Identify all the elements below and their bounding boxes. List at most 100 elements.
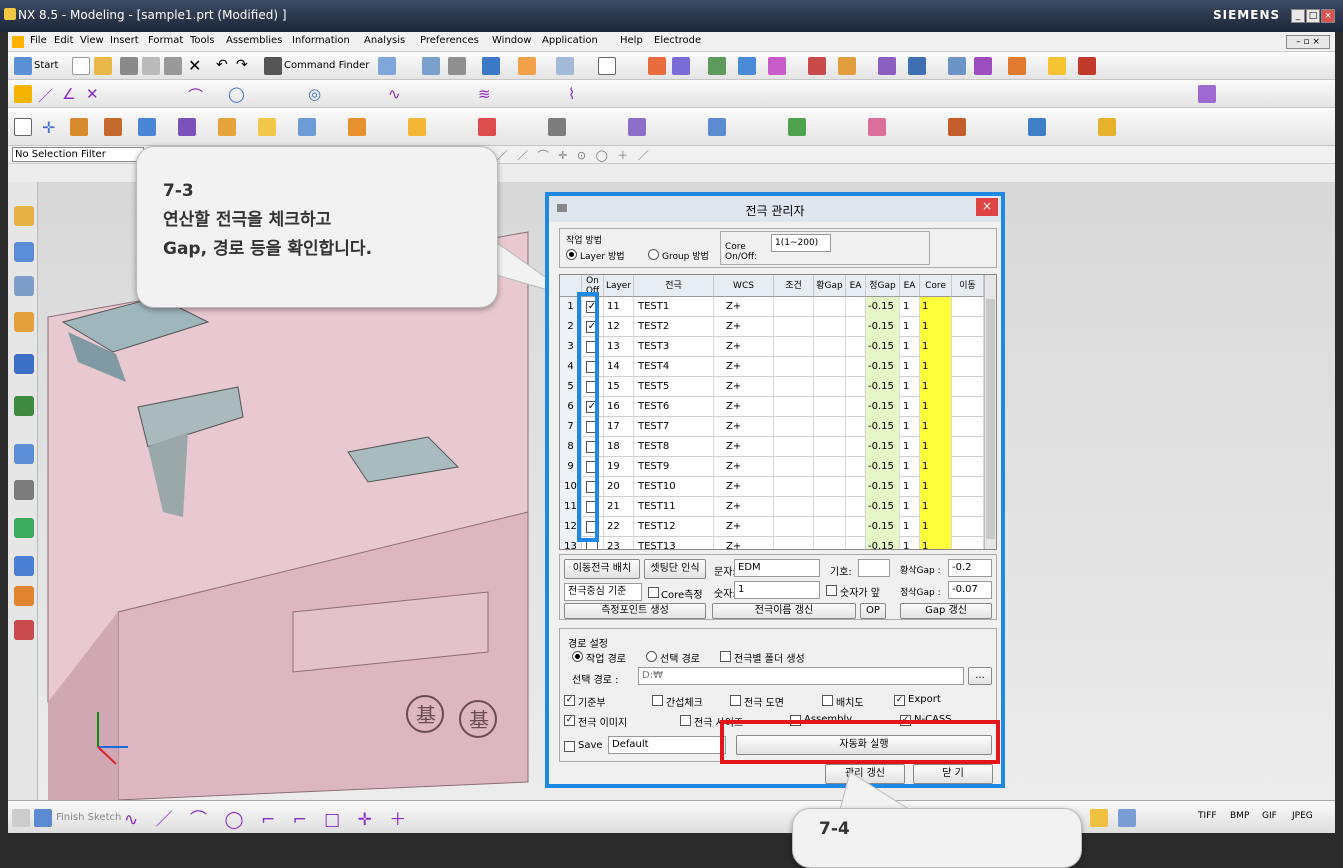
- menu-help[interactable]: Help: [620, 35, 643, 46]
- electrode-e-icon[interactable]: [1078, 57, 1096, 75]
- assembly-navigator-icon[interactable]: [14, 206, 34, 226]
- shell-icon[interactable]: [298, 118, 316, 136]
- table-row[interactable]: 6 ✓ 16 TEST6 Z+ -0.15 1 1: [560, 397, 984, 417]
- orient-icon[interactable]: [556, 57, 574, 75]
- table-row[interactable]: 13 23 TEST13 Z+ -0.15 1 1: [560, 537, 984, 549]
- table-row[interactable]: 10 20 TEST10 Z+ -0.15 1 1: [560, 477, 984, 497]
- revolve-icon[interactable]: [104, 118, 122, 136]
- circle-icon[interactable]: [908, 57, 926, 75]
- rough-gap-input[interactable]: -0.2: [948, 559, 992, 577]
- path-input[interactable]: D:₩: [638, 667, 964, 685]
- measure-point-button[interactable]: 측정포인트 생성: [564, 603, 706, 619]
- electrode-export-icon[interactable]: [1098, 118, 1116, 136]
- minimize-icon[interactable]: _: [1291, 9, 1305, 23]
- core-measure-checkbox[interactable]: [648, 587, 659, 598]
- menu-preferences[interactable]: Preferences: [420, 35, 479, 46]
- open-folder-icon[interactable]: [94, 57, 112, 75]
- analysis-icon[interactable]: [648, 57, 666, 75]
- table-scrollbar[interactable]: [984, 275, 996, 549]
- menu-format[interactable]: Format: [148, 35, 183, 46]
- line-icon[interactable]: ／: [38, 85, 56, 105]
- finish-sketch-button[interactable]: Finish Sketch: [56, 812, 121, 823]
- offset-curve-icon[interactable]: ≋: [478, 85, 496, 103]
- menu-electrode[interactable]: Electrode: [654, 35, 701, 46]
- fit-icon[interactable]: [422, 57, 440, 75]
- new-file-icon[interactable]: [72, 57, 90, 75]
- save-name-input[interactable]: Default: [608, 736, 726, 754]
- snap-icon[interactable]: [768, 57, 786, 75]
- select-path-radio[interactable]: [646, 651, 657, 662]
- polyline-icon[interactable]: ∠: [62, 85, 80, 103]
- ellipse-icon[interactable]: ◎: [308, 85, 326, 103]
- menu-view[interactable]: View: [80, 35, 104, 46]
- output-option-checkbox-0[interactable]: ✓: [564, 695, 575, 706]
- paste-icon[interactable]: [164, 57, 182, 75]
- render-icon[interactable]: [448, 57, 466, 75]
- electrode-edit-icon[interactable]: [708, 118, 726, 136]
- copy-icon[interactable]: [142, 57, 160, 75]
- export-image-icon[interactable]: [1090, 809, 1108, 827]
- cut-icon[interactable]: [120, 57, 138, 75]
- circle-curve-icon[interactable]: ◯: [228, 85, 246, 103]
- onoff-checkbox[interactable]: [586, 541, 598, 549]
- sketch-curve-icons[interactable]: ∿ ／ ⌒ ◯ ⌐ ⌐ □ ✛ ＋: [124, 805, 412, 830]
- spline-icon[interactable]: ∿: [388, 85, 406, 103]
- center-select-dropdown[interactable]: 전극중심 기준: [564, 583, 642, 601]
- extrude-icon[interactable]: [70, 118, 88, 136]
- sketch-icon[interactable]: [12, 809, 30, 827]
- plane-icon[interactable]: [838, 57, 856, 75]
- save-checkbox[interactable]: [564, 741, 575, 752]
- selection-filter-dropdown[interactable]: No Selection Filter: [12, 147, 144, 162]
- mirror-icon[interactable]: [478, 118, 496, 136]
- reuse-library-icon[interactable]: [14, 312, 34, 332]
- clock-icon[interactable]: [14, 444, 34, 464]
- symbol-input[interactable]: [858, 559, 890, 577]
- delete-icon[interactable]: ✕: [188, 57, 206, 75]
- start-icon[interactable]: [14, 57, 32, 75]
- app-menu-icon[interactable]: [12, 36, 24, 48]
- palette-icon[interactable]: [14, 586, 34, 606]
- table-row[interactable]: 7 17 TEST7 Z+ -0.15 1 1: [560, 417, 984, 437]
- table-row[interactable]: 5 15 TEST5 Z+ -0.15 1 1: [560, 377, 984, 397]
- view-icon[interactable]: [378, 57, 396, 75]
- part-navigator-icon[interactable]: [14, 276, 34, 296]
- tiff-button[interactable]: TIFF: [1198, 811, 1217, 821]
- menu-assemblies[interactable]: Assemblies: [226, 35, 282, 46]
- setting-recognize-button[interactable]: 셋팅단 인식: [644, 559, 706, 579]
- pattern-icon[interactable]: [408, 118, 426, 136]
- electrode-create-icon[interactable]: [628, 118, 646, 136]
- bridge-icon[interactable]: ⌇: [568, 85, 586, 103]
- output-option-checkbox-2[interactable]: [730, 695, 741, 706]
- core-range-input[interactable]: 1(1~200): [771, 234, 831, 252]
- arc-curve-icon[interactable]: ⌒: [188, 85, 206, 105]
- output-option-checkbox-4[interactable]: ✓: [894, 695, 905, 706]
- trim-icon[interactable]: [348, 118, 366, 136]
- sketch-icon[interactable]: [738, 57, 756, 75]
- bmp-button[interactable]: BMP: [1230, 811, 1249, 821]
- cross-line-icon[interactable]: ✕: [86, 85, 104, 103]
- menu-file[interactable]: File: [30, 35, 47, 46]
- number-input[interactable]: 1: [734, 581, 820, 599]
- menu-insert[interactable]: Insert: [110, 35, 139, 46]
- finish-sketch-icon[interactable]: [34, 809, 52, 827]
- feature-icon[interactable]: [708, 57, 726, 75]
- sketch-mode-icon[interactable]: [14, 85, 32, 103]
- output-option-checkbox-3[interactable]: [822, 695, 833, 706]
- command-finder-button[interactable]: Command Finder: [284, 60, 369, 71]
- table-row[interactable]: 4 14 TEST4 Z+ -0.15 1 1: [560, 357, 984, 377]
- menu-window[interactable]: Window: [492, 35, 531, 46]
- electrode-check-icon[interactable]: [788, 118, 806, 136]
- scrollbar-thumb[interactable]: [986, 299, 995, 539]
- dialog-close-icon[interactable]: ×: [976, 198, 998, 216]
- output-option-2-checkbox-0[interactable]: ✓: [564, 715, 575, 726]
- document-window-controls[interactable]: – ▫ ×: [1286, 35, 1330, 49]
- command-finder-icon[interactable]: [264, 57, 282, 75]
- system-materials-icon[interactable]: [14, 480, 34, 500]
- electrode-c-icon[interactable]: [1008, 57, 1026, 75]
- electrode-drawing-icon[interactable]: [948, 118, 966, 136]
- group-radio[interactable]: [648, 249, 659, 260]
- boolean-icon[interactable]: [178, 118, 196, 136]
- table-row[interactable]: 9 19 TEST9 Z+ -0.15 1 1: [560, 457, 984, 477]
- constraint-navigator-icon[interactable]: [14, 242, 34, 262]
- jpeg-button[interactable]: JPEG: [1292, 811, 1313, 821]
